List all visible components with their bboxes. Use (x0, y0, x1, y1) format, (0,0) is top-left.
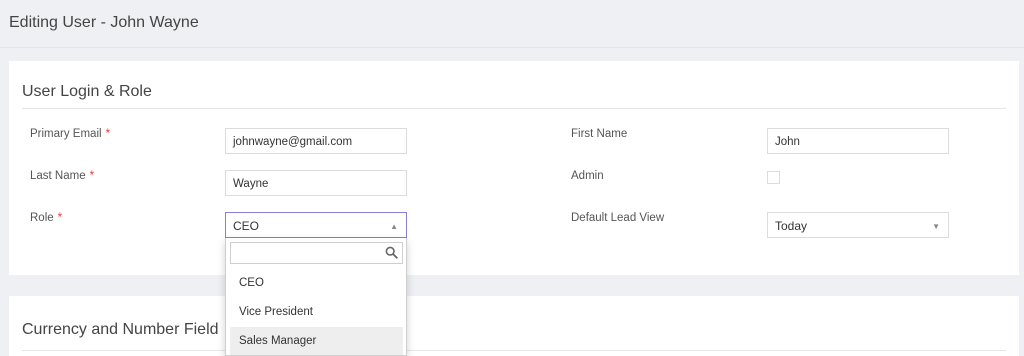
role-select-value: CEO (233, 219, 260, 233)
currency-number-card: Currency and Number Field (9, 296, 1019, 356)
required-marker: * (57, 212, 63, 224)
dropdown-option[interactable]: Sales Manager (230, 327, 403, 355)
last-name-label-text: Last Name (30, 170, 86, 182)
primary-email-label: Primary Email * (30, 128, 110, 140)
primary-email-label-text: Primary Email (30, 128, 102, 140)
default-lead-view-label: Default Lead View (571, 212, 665, 224)
last-name-label: Last Name * (30, 170, 94, 182)
section-divider (22, 350, 1006, 351)
search-icon (385, 246, 398, 259)
role-dropdown: CEO Vice President Sales Manager (225, 238, 407, 356)
role-select[interactable]: CEO ▲ (225, 212, 407, 238)
last-name-input[interactable]: Wayne (225, 170, 407, 196)
role-label-text: Role (30, 212, 54, 224)
admin-checkbox[interactable] (767, 171, 780, 184)
primary-email-input[interactable]: johnwayne@gmail.com (225, 128, 407, 154)
caret-down-icon: ▼ (932, 222, 940, 231)
required-marker: * (105, 128, 111, 140)
dropdown-option[interactable]: Vice President (230, 298, 403, 326)
section-divider (22, 108, 1006, 109)
admin-label: Admin (571, 170, 604, 182)
section-title: User Login & Role (22, 83, 152, 100)
default-lead-view-select[interactable]: Today ▼ (767, 212, 949, 238)
caret-up-icon: ▲ (390, 222, 398, 231)
default-lead-view-value: Today (775, 219, 808, 233)
section-title: Currency and Number Field (22, 321, 219, 338)
page-title: Editing User - John Wayne (9, 14, 199, 31)
first-name-label: First Name (571, 128, 628, 140)
first-name-input[interactable]: John (767, 128, 949, 154)
user-login-role-card: User Login & Role (9, 61, 1019, 275)
role-label: Role * (30, 212, 62, 224)
dropdown-option[interactable]: CEO (230, 269, 403, 297)
title-divider (0, 47, 1024, 48)
required-marker: * (89, 170, 95, 182)
dropdown-search-input[interactable] (230, 242, 403, 264)
